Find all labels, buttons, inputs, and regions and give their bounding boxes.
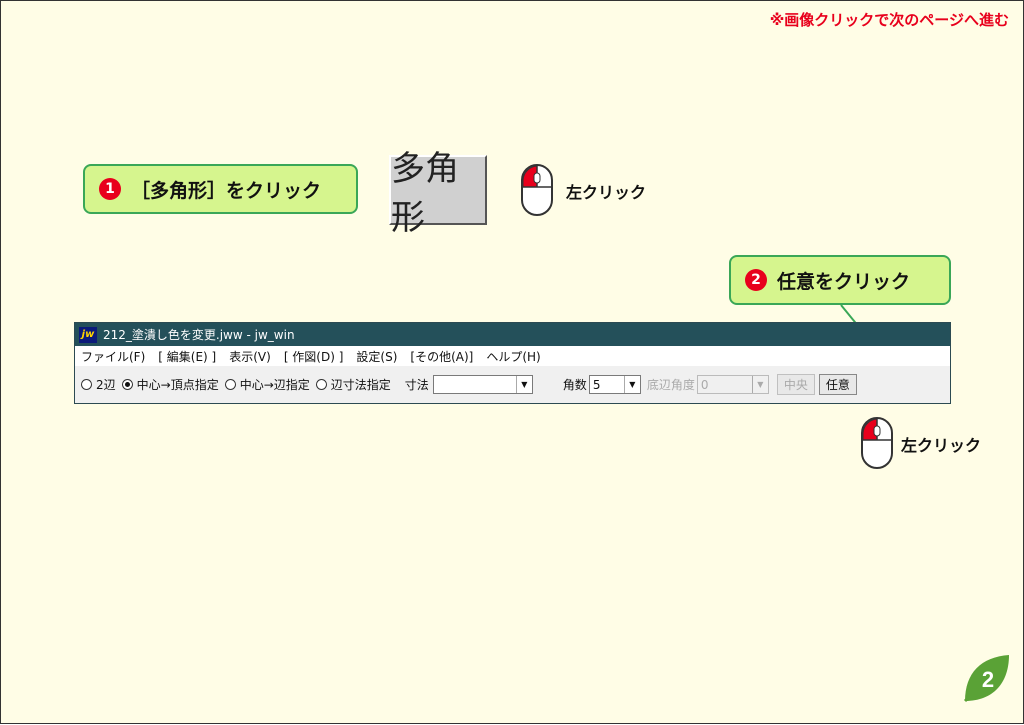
angles-label: 角数 bbox=[562, 378, 587, 392]
polygon-toolbar: 2辺 中心→頂点指定 中心→辺指定 辺寸法指定 寸法 ▼ 角数 5 ▼ 底辺角度 … bbox=[75, 366, 950, 403]
radio-2hen-label: 2辺 bbox=[96, 378, 116, 392]
window-titlebar: jw 212_塗潰し色を変更.jww - jw_win bbox=[75, 323, 950, 346]
angles-value: 5 bbox=[592, 377, 601, 392]
menu-settings[interactable]: 設定(S) bbox=[356, 348, 397, 365]
menu-other[interactable]: [その他(A)] bbox=[410, 348, 473, 365]
page-number-leaf-icon: 2 bbox=[963, 655, 1009, 703]
menu-help[interactable]: ヘルプ(H) bbox=[486, 348, 540, 365]
jw-win-window: jw 212_塗潰し色を変更.jww - jw_win ファイル(F) [ 編集… bbox=[74, 322, 951, 404]
jw-logo-icon: jw bbox=[79, 326, 97, 343]
dimension-label: 寸法 bbox=[404, 378, 429, 392]
page: ※画像クリックで次のページへ進む 1 ［多角形］をクリック 多角形 左クリック … bbox=[0, 0, 1024, 724]
menu-edit[interactable]: [ 編集(E) ] bbox=[158, 348, 216, 365]
base-angle-label: 底辺角度 bbox=[646, 378, 695, 392]
radio-center-edge[interactable]: 中心→辺指定 bbox=[224, 376, 310, 393]
step2-left-click-label: 左クリック bbox=[901, 436, 982, 455]
window-title: 212_塗潰し色を変更.jww - jw_win bbox=[103, 328, 295, 342]
radio-edge-dimension-label: 辺寸法指定 bbox=[330, 378, 391, 392]
dropdown-arrow-icon[interactable]: ▼ bbox=[623, 376, 640, 393]
angles-combobox[interactable]: 5 ▼ bbox=[588, 375, 641, 394]
center-button: 中央 bbox=[776, 374, 815, 395]
menu-file[interactable]: ファイル(F) bbox=[81, 348, 145, 365]
radio-2hen[interactable]: 2辺 bbox=[81, 376, 116, 393]
menu-draw[interactable]: [ 作図(D) ] bbox=[284, 348, 344, 365]
page-number: 2 bbox=[982, 667, 994, 692]
menu-bar: ファイル(F) [ 編集(E) ] 表示(V) [ 作図(D) ] 設定(S) … bbox=[75, 346, 950, 366]
radio-indicator bbox=[315, 379, 327, 390]
radio-edge-dimension[interactable]: 辺寸法指定 bbox=[315, 376, 391, 393]
arbitrary-button[interactable]: 任意 bbox=[818, 374, 857, 395]
base-angle-combobox: 0 ▼ bbox=[696, 375, 769, 394]
base-angle-value: 0 bbox=[700, 377, 709, 392]
dropdown-arrow-icon[interactable]: ▼ bbox=[515, 376, 532, 393]
mouse-left-click-icon bbox=[861, 417, 893, 469]
radio-indicator-selected bbox=[121, 379, 133, 390]
radio-indicator bbox=[224, 379, 236, 390]
radio-center-edge-label: 中心→辺指定 bbox=[239, 378, 310, 392]
radio-center-vertex[interactable]: 中心→頂点指定 bbox=[121, 376, 219, 393]
menu-view[interactable]: 表示(V) bbox=[229, 348, 271, 365]
radio-center-vertex-label: 中心→頂点指定 bbox=[136, 378, 219, 392]
dimension-combobox[interactable]: ▼ bbox=[432, 375, 533, 394]
dropdown-arrow-icon: ▼ bbox=[751, 376, 768, 393]
radio-indicator bbox=[81, 379, 92, 390]
